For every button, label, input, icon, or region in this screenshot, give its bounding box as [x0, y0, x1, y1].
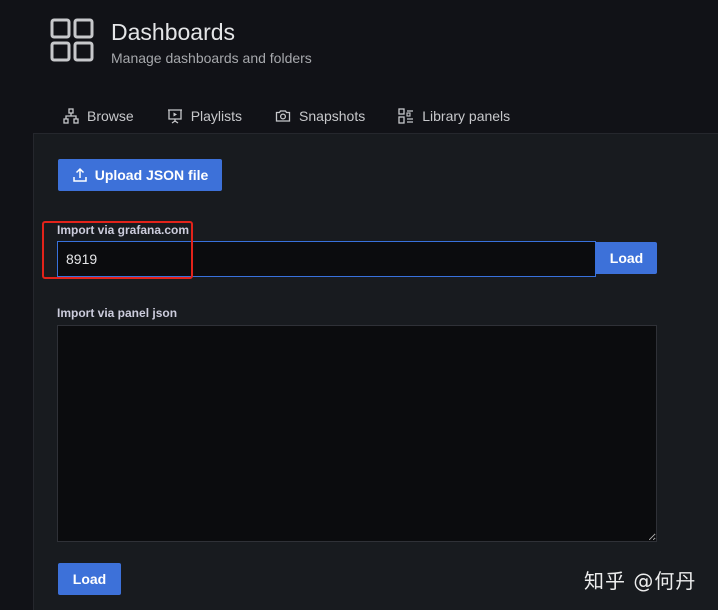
grafana-import-label: Import via grafana.com — [57, 223, 190, 237]
tab-browse[interactable]: Browse — [63, 103, 134, 129]
tab-label: Library panels — [422, 108, 511, 124]
grafana-id-input[interactable] — [57, 241, 596, 277]
upload-icon — [72, 167, 87, 182]
library-panel-icon — [398, 108, 414, 124]
tab-label: Playlists — [190, 108, 243, 124]
tab-label: Snapshots — [299, 108, 366, 124]
tab-snapshots[interactable]: Snapshots — [275, 103, 365, 129]
upload-json-label: Upload JSON file — [94, 167, 209, 183]
page-header: Dashboards Manage dashboards and folders — [50, 17, 312, 67]
tab-label: Browse — [87, 108, 134, 124]
watermark-text: 知乎 @何丹 — [584, 569, 697, 593]
panel-json-textarea[interactable] — [57, 325, 657, 542]
page-subtitle: Manage dashboards and folders — [111, 50, 312, 66]
page-title: Dashboards — [111, 19, 236, 45]
presentation-play-icon — [167, 109, 182, 124]
camera-icon — [275, 110, 291, 122]
upload-json-button[interactable]: Upload JSON file — [58, 159, 222, 191]
grafana-load-button[interactable]: Load — [596, 242, 657, 274]
tab-playlists[interactable]: Playlists — [167, 103, 242, 129]
apps-grid-icon — [50, 18, 94, 62]
page: Dashboards Manage dashboards and folders… — [0, 0, 718, 610]
panel-json-load-button[interactable]: Load — [58, 563, 121, 595]
tab-library-panels[interactable]: Library panels — [398, 103, 510, 129]
sitemap-icon — [63, 108, 79, 124]
tab-bar: Browse Playlists Snapshots Library panel… — [63, 103, 543, 129]
panel-json-label: Import via panel json — [57, 306, 178, 320]
import-panel: Upload JSON file Import via grafana.com … — [33, 133, 718, 610]
